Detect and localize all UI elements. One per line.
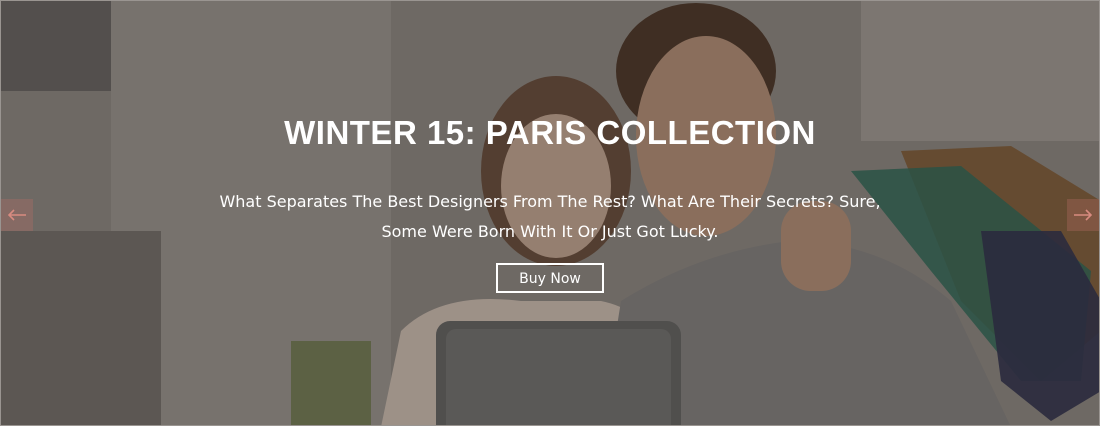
- hero-slider: WINTER 15: PARIS COLLECTION What Separat…: [0, 0, 1100, 426]
- buy-now-button[interactable]: Buy Now: [496, 263, 604, 293]
- slide-content: WINTER 15: PARIS COLLECTION What Separat…: [1, 109, 1099, 293]
- next-slide-button[interactable]: [1067, 199, 1099, 231]
- arrow-right-icon: [1074, 209, 1093, 221]
- slide-description-line: Some Were Born With It Or Just Got Lucky…: [381, 222, 719, 241]
- slide-description: What Separates The Best Designers From T…: [200, 187, 900, 247]
- slide-description-line: What Separates The Best Designers From T…: [219, 192, 881, 211]
- arrow-left-icon: [7, 209, 26, 221]
- previous-slide-button[interactable]: [1, 199, 33, 231]
- slide-title: WINTER 15: PARIS COLLECTION: [284, 114, 816, 151]
